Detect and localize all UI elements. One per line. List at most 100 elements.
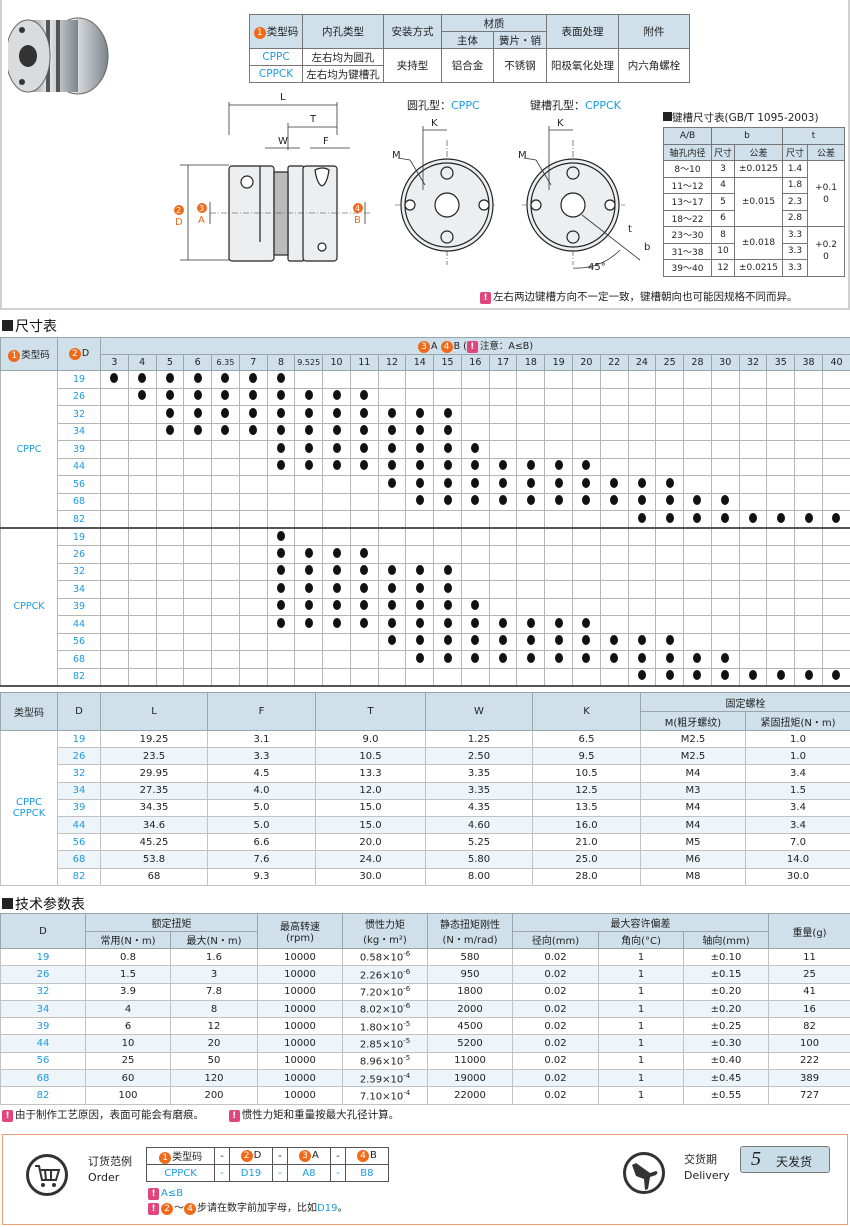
bore-cell bbox=[599, 387, 629, 406]
bore-cell bbox=[516, 632, 546, 651]
title-cn: 交货期 bbox=[684, 1153, 717, 1166]
note-example: D19 bbox=[317, 1203, 338, 1214]
bore-size-header: 14 bbox=[405, 353, 435, 371]
bore-cell bbox=[572, 405, 601, 424]
radial-misalignment: 0.02 bbox=[512, 965, 599, 984]
available-dot bbox=[276, 582, 285, 593]
bore-cell bbox=[211, 510, 240, 529]
bore-cell bbox=[183, 562, 213, 581]
technical-drawing: L T W F 2 D 3 A 4 B K K M M 45° t b bbox=[174, 92, 650, 273]
bore-cell bbox=[627, 440, 657, 459]
bore-cell bbox=[127, 650, 157, 669]
b-size: 10 bbox=[711, 242, 735, 260]
bore-cell bbox=[405, 492, 435, 511]
table-row: 34 bbox=[1, 422, 850, 441]
bore-cell bbox=[738, 475, 768, 494]
bore-cell bbox=[183, 632, 213, 651]
header-label: 类型码 bbox=[266, 26, 299, 38]
bore-cell bbox=[433, 370, 462, 389]
bore-cell bbox=[655, 545, 685, 564]
warning-icon: ! bbox=[228, 1110, 240, 1122]
k-value: 6.5 bbox=[532, 729, 641, 749]
cart-icon bbox=[26, 1154, 68, 1196]
dim-label-F: F bbox=[323, 136, 329, 147]
bore-cell bbox=[488, 440, 518, 459]
step-badge: 3 bbox=[418, 341, 431, 354]
order-header-3: 3A bbox=[286, 1147, 332, 1165]
bore-cell bbox=[155, 510, 185, 529]
header-bore: 轴孔内径 bbox=[663, 143, 712, 161]
bore-cell bbox=[599, 475, 629, 494]
header-b: b bbox=[711, 127, 783, 145]
bore-cell bbox=[460, 475, 490, 494]
table-row: 26 bbox=[1, 387, 850, 406]
bore-cell bbox=[572, 475, 601, 494]
inertia: 1.80×10-5 bbox=[342, 1017, 428, 1036]
available-dot bbox=[665, 635, 674, 646]
bore-cell bbox=[627, 527, 657, 546]
bore-cell bbox=[460, 562, 490, 581]
w-value: 3.35 bbox=[425, 764, 533, 783]
surface-value: 阳极氧化处理 bbox=[546, 48, 619, 83]
bore-cell bbox=[155, 632, 185, 651]
bore-cell bbox=[683, 615, 712, 634]
bore-cell bbox=[544, 545, 574, 564]
d-value: 19 bbox=[0, 947, 86, 967]
bore-cell bbox=[683, 545, 712, 564]
bore-cell bbox=[433, 650, 462, 669]
bore-cell bbox=[127, 475, 157, 494]
available-dot bbox=[276, 425, 285, 436]
static-stiffness: 950 bbox=[427, 965, 513, 984]
step-badge: 3 bbox=[299, 1150, 312, 1162]
bore-cell bbox=[349, 650, 379, 669]
note-text: A≤B bbox=[161, 1188, 184, 1199]
bore-cell bbox=[405, 650, 435, 669]
note-end: 。 bbox=[337, 1203, 348, 1214]
header-spring-pin: 簧片・销 bbox=[493, 31, 547, 49]
dim-label-B: B bbox=[354, 215, 361, 226]
available-dot bbox=[388, 442, 397, 453]
bore-cell bbox=[322, 562, 351, 581]
bore-cell bbox=[572, 650, 601, 669]
bore-cell bbox=[683, 510, 712, 529]
bore-size-header: 32 bbox=[738, 353, 768, 371]
tilde: ～ bbox=[174, 1203, 184, 1214]
t-value: 30.0 bbox=[315, 867, 426, 886]
axial-misalignment: ±0.20 bbox=[682, 999, 770, 1019]
bore-cell bbox=[322, 650, 351, 669]
available-dot bbox=[415, 565, 424, 576]
bore-cell bbox=[655, 632, 685, 651]
type-code: CPPC bbox=[249, 48, 303, 66]
bore-cell bbox=[766, 650, 796, 669]
bore-cell bbox=[127, 545, 157, 564]
table-row: 56 25 50 10000 8.96×10-5 11000 0.02 1 ±0.40 222 bbox=[0, 1051, 850, 1071]
inertia-exponent: -6 bbox=[403, 985, 411, 994]
bore-cell bbox=[516, 387, 546, 406]
max-speed: 10000 bbox=[257, 1034, 343, 1053]
bore-cell bbox=[405, 545, 435, 564]
bore-cell bbox=[294, 597, 324, 616]
bore-cell bbox=[183, 527, 213, 546]
table-row: 39 bbox=[1, 440, 850, 459]
header-l: L bbox=[100, 692, 208, 731]
order-value-1: CPPCK bbox=[145, 1164, 216, 1182]
t-size: 1.8 bbox=[782, 176, 808, 194]
bore-cell bbox=[183, 370, 213, 389]
bore-cell bbox=[683, 475, 712, 494]
separator: - bbox=[272, 1164, 288, 1182]
bore-cell bbox=[516, 510, 546, 529]
bore-cell bbox=[127, 615, 157, 634]
bore-cell bbox=[294, 562, 324, 581]
inertia-exponent: -5 bbox=[403, 1019, 411, 1028]
bore-cell bbox=[794, 492, 823, 511]
bore-availability-table: 1 类型码 2 D 3 A 4B (! 注意：A≤B) 3 4 5 6 6.35 7 8 9.525 10 11… bbox=[0, 337, 850, 687]
days-value: 5 bbox=[751, 1148, 761, 1170]
t-tolerance: +0.2 0 bbox=[807, 226, 845, 277]
bore-cell bbox=[127, 562, 157, 581]
spring-pin-material: 不锈钢 bbox=[493, 48, 547, 83]
bore-cell bbox=[127, 440, 157, 459]
l-value: 45.25 bbox=[100, 833, 208, 852]
bore-cell bbox=[683, 422, 712, 441]
inertia-mantissa: 7.20×10 bbox=[359, 987, 404, 999]
available-dot bbox=[526, 652, 535, 663]
